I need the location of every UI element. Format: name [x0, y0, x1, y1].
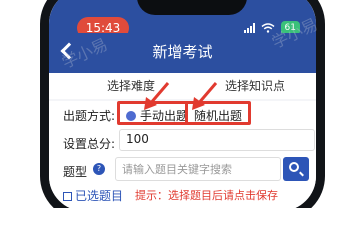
page-title: 新增考试	[152, 43, 213, 61]
selected-questions-label: 已选题目	[75, 189, 124, 203]
exam-form: 出题方式: 手动出题 随机出题 设置总分: 100 题型 ? 请输入题目关键字搜…	[49, 101, 316, 208]
total-score-input[interactable]: 100	[119, 129, 315, 151]
tab-knowledge-point[interactable]: 选择知识点	[225, 77, 285, 94]
help-icon[interactable]: ?	[93, 163, 105, 175]
phone-mockup: 15:43 61 新增考试 选择难度 选择知识点 出题方式: 手动出题 随机出题…	[0, 0, 360, 208]
question-type-label: 题型	[63, 165, 88, 179]
annotation-arrow-right	[192, 82, 218, 110]
tab-bar: 选择难度 选择知识点	[49, 73, 316, 99]
selected-questions-link[interactable]: 已选题目	[63, 187, 123, 204]
search-icon	[289, 162, 299, 172]
signal-icon	[243, 23, 255, 33]
phone-notch	[137, 0, 247, 15]
phone-bezel: 15:43 61 新增考试 选择难度 选择知识点 出题方式: 手动出题 随机出题…	[40, 0, 325, 208]
annotation-arrow-left	[144, 82, 170, 110]
question-search-input[interactable]: 请输入题目关键字搜索	[115, 157, 281, 181]
save-hint: 提示：选择题目后请点击保存	[135, 189, 278, 202]
grid-icon	[63, 192, 72, 201]
wifi-icon	[261, 23, 275, 33]
total-score-label: 设置总分:	[63, 137, 116, 151]
question-mode-label: 出题方式:	[63, 109, 116, 123]
radio-checked-icon	[126, 111, 136, 121]
search-button[interactable]	[283, 157, 309, 181]
nav-bar: 新增考试	[49, 33, 316, 73]
